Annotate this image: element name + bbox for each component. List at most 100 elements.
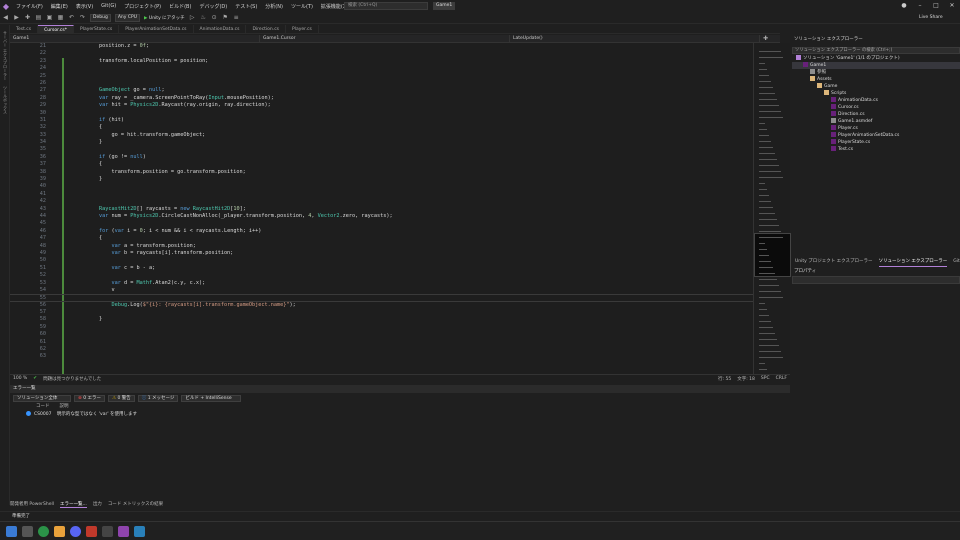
bottom-tab[interactable]: エラー一覧... (60, 501, 87, 508)
document-tab[interactable]: AnimationData.cs (194, 24, 247, 34)
tree-node[interactable]: PlayerAnimationSetData.cs (792, 132, 960, 139)
warnings-filter[interactable]: ⚠ 0 警告 (108, 394, 135, 402)
account-icon[interactable]: ● (896, 0, 912, 12)
solution-panel-tab[interactable]: Unity プロジェクト エクスプローラー (795, 258, 873, 266)
save-icon[interactable]: ▣ (45, 13, 54, 22)
tree-node[interactable]: Game (792, 83, 960, 90)
code-line[interactable]: 27 GameObject go = null; (10, 87, 753, 94)
code-line[interactable]: 63 (10, 353, 753, 360)
code-line[interactable]: 47 { (10, 235, 753, 242)
vscode-icon[interactable] (134, 525, 145, 537)
code-line[interactable]: 28 var ray = _camera.ScreenPointToRay(Inp… (10, 95, 753, 102)
document-tab[interactable]: Cursor.cs* (38, 24, 75, 34)
line-ending[interactable]: CRLF (776, 376, 787, 381)
hot-reload-icon[interactable]: ♨ (199, 13, 208, 22)
code-line[interactable]: 57 (10, 309, 753, 316)
scope-select[interactable]: ソリューション全体 (13, 394, 71, 402)
platform-select[interactable]: Any CPU (114, 13, 140, 22)
split-editor-icon[interactable]: ✚ (761, 34, 770, 43)
code-line[interactable]: 36 if (go != null) (10, 154, 753, 161)
code-line[interactable]: 23 transform.localPosition = position; (10, 58, 753, 65)
code-line[interactable]: 30 (10, 110, 753, 117)
discord-icon[interactable] (70, 525, 81, 537)
code-line[interactable]: 31 if (hit) (10, 117, 753, 124)
menu-item[interactable]: Git(G) (97, 3, 120, 9)
back-icon[interactable]: ◀ (1, 13, 10, 22)
code-line[interactable]: 34} (10, 139, 753, 146)
bookmark-icon[interactable]: ⚑ (221, 13, 230, 22)
code-editor[interactable]: 21 position.z = 0f; 22 23 transform.localPos… (10, 43, 753, 374)
menu-item[interactable]: テスト(S) (231, 3, 261, 10)
code-line[interactable]: 48 var a = transform.position; (10, 243, 753, 250)
solution-panel-tab[interactable]: ソリューション エクスプローラー (878, 258, 948, 267)
tree-node[interactable]: Cursor.cs (792, 104, 960, 111)
code-line[interactable]: 56 Debug.Log($"{i}: {raycasts[i].transfo… (10, 302, 753, 309)
code-line[interactable]: 59 (10, 324, 753, 331)
close-icon[interactable]: ✕ (944, 0, 960, 12)
tree-node[interactable]: Assets (792, 76, 960, 83)
config-select[interactable]: Debug (90, 13, 111, 22)
tree-node[interactable]: Game1.asmdef (792, 118, 960, 125)
menu-item[interactable]: 表示(V) (72, 3, 97, 10)
code-line[interactable]: 62 (10, 346, 753, 353)
errors-filter[interactable]: ⊗ 0 エラー (74, 394, 105, 402)
open-icon[interactable]: ▤ (34, 13, 43, 22)
build-filter-select[interactable]: ビルド + IntelliSense (181, 394, 242, 402)
zoom-level[interactable]: 100 % (13, 376, 27, 381)
document-tab[interactable]: Test.cs (10, 24, 39, 34)
code-line[interactable]: 54 v (10, 287, 753, 294)
chrome-icon[interactable] (38, 525, 49, 537)
menu-item[interactable]: プロジェクト(P) (120, 3, 165, 10)
code-line[interactable]: 58} (10, 316, 753, 323)
error-row[interactable]: CS0007 明示的な型ではなく 'var' を使用します (10, 411, 790, 419)
code-line[interactable]: 26 (10, 80, 753, 87)
col-desc[interactable]: 説明 (60, 403, 69, 411)
code-line[interactable]: 37 { (10, 161, 753, 168)
new-item-icon[interactable]: ✚ (23, 13, 32, 22)
code-line[interactable]: 35 (10, 146, 753, 153)
code-line[interactable]: 53 var d = Mathf.Atan2(c.y, c.x); (10, 280, 753, 287)
solution-search-input[interactable]: ソリューション エクスプローラー の検索 (Ctrl+;) (792, 47, 960, 54)
menu-item[interactable]: デバッグ(D) (195, 3, 231, 10)
tree-node[interactable]: AnimationData.cs (792, 97, 960, 104)
code-line[interactable]: 42 (10, 198, 753, 205)
tree-node[interactable]: Game1 (792, 62, 960, 69)
toolbox-tab[interactable]: ツールボックス (2, 86, 8, 114)
live-share-button[interactable]: Live Share (917, 15, 945, 20)
comment-icon[interactable]: ≡ (232, 13, 241, 22)
code-line[interactable]: 43 RaycastHit2D[] raycasts = new RaycastH… (10, 206, 753, 213)
breakpoint-icon[interactable]: ⊙ (210, 13, 219, 22)
tree-node[interactable]: Test.cs (792, 146, 960, 153)
code-line[interactable]: 40 (10, 183, 753, 190)
code-line[interactable]: 24 (10, 65, 753, 72)
bottom-tab[interactable]: 開発者用 PowerShell (10, 501, 54, 507)
visual-studio-icon[interactable] (118, 525, 129, 537)
code-line[interactable]: 41 (10, 191, 753, 198)
save-all-icon[interactable]: ▦ (56, 13, 65, 22)
bottom-tab[interactable]: 出力 (93, 501, 102, 507)
code-line[interactable]: 32 { (10, 124, 753, 131)
messages-filter[interactable]: ⓘ 1 メッセージ (137, 394, 179, 402)
code-line[interactable]: 38 transform.position = go.transform.pos… (10, 169, 753, 176)
col-code[interactable]: コード (36, 403, 50, 411)
code-line[interactable]: 55 (10, 294, 753, 302)
scroll-map[interactable] (753, 43, 791, 374)
solution-panel-tab[interactable]: Git 変更 (953, 258, 960, 266)
search-input[interactable]: 検索 (Ctrl+Q) (344, 2, 428, 10)
project-dropdown[interactable]: Game1 (10, 34, 260, 43)
start-icon[interactable] (6, 525, 17, 537)
run-button[interactable]: ▶ Unity にアタッチ (142, 15, 187, 21)
menu-item[interactable]: ツール(T) (287, 3, 317, 10)
document-tab[interactable]: Player.cs (286, 24, 319, 34)
unity-icon[interactable] (102, 525, 113, 537)
code-line[interactable]: 45 (10, 220, 753, 227)
bottom-tab[interactable]: コード メトリックスの結果 (108, 501, 163, 507)
code-line[interactable]: 22 (10, 50, 753, 57)
maximize-icon[interactable]: □ (928, 0, 944, 12)
search-taskbar-icon[interactable] (22, 525, 33, 537)
menu-item[interactable]: 編集(E) (47, 3, 72, 10)
code-line[interactable]: 52 (10, 272, 753, 279)
tree-node[interactable]: ソリューション 'Game1' (1/1 のプロジェクト) (792, 55, 960, 62)
document-tab[interactable]: PlayerAnimationSetData.cs (119, 24, 194, 34)
explorer-icon[interactable] (54, 525, 65, 537)
